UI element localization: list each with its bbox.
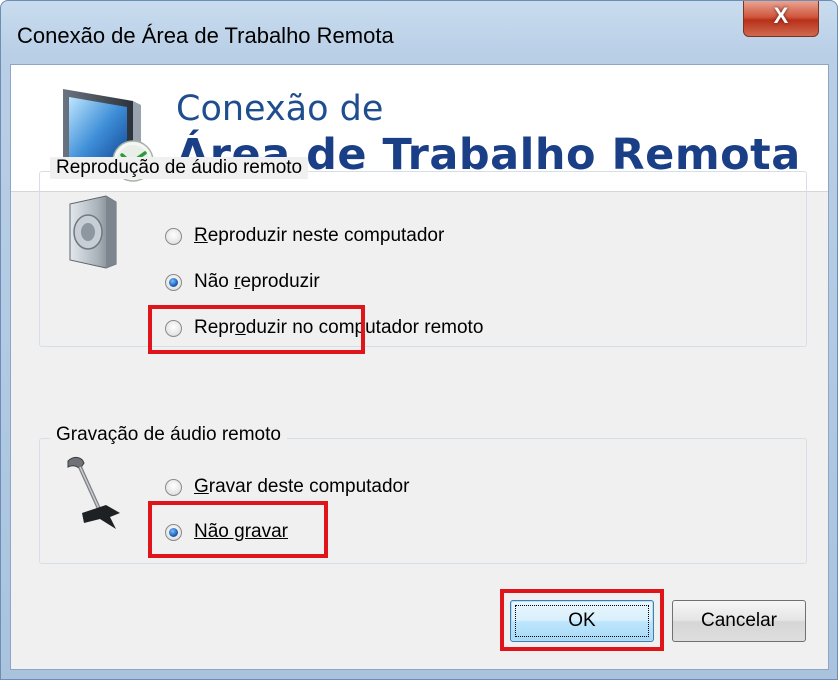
audio-playback-group: Reprodução de áudio remoto Reproduzir ne… xyxy=(39,157,807,347)
radio-label: Não gravar xyxy=(194,521,288,542)
banner-title-line1: Conexão de xyxy=(176,89,384,129)
ok-button-label: OK xyxy=(568,610,596,631)
radio-label: Gravar deste computador xyxy=(194,476,410,497)
cancel-button-label: Cancelar xyxy=(700,610,778,631)
radio-button[interactable] xyxy=(165,319,182,337)
radio-label: Reproduzir neste computador xyxy=(194,225,445,246)
radio-button[interactable] xyxy=(165,478,182,496)
window-title: Conexão de Área de Trabalho Remota xyxy=(17,23,394,48)
microphone-icon xyxy=(67,456,120,529)
speaker-icon xyxy=(69,195,117,269)
close-icon: X xyxy=(773,3,789,28)
radio-record-here[interactable]: Gravar deste computador xyxy=(165,472,409,502)
radio-label: Reproduzir no computador remoto xyxy=(194,317,484,338)
radio-do-not-play[interactable]: Não reproduzir xyxy=(165,267,320,297)
cancel-button[interactable]: Cancelar xyxy=(672,600,806,642)
radio-label: Não reproduzir xyxy=(194,271,320,292)
ok-button[interactable]: OK xyxy=(510,600,654,642)
audio-recording-legend: Gravação de áudio remoto xyxy=(50,424,287,446)
radio-button[interactable] xyxy=(165,227,182,245)
audio-playback-legend: Reprodução de áudio remoto xyxy=(50,157,309,179)
title-bar[interactable]: Conexão de Área de Trabalho Remota X xyxy=(1,1,837,63)
dialog-body: Conexão de Área de Trabalho Remota xyxy=(10,64,829,670)
radio-do-not-record[interactable]: Não gravar xyxy=(165,517,288,547)
close-button[interactable]: X xyxy=(743,1,819,37)
audio-recording-group: Gravação de áudio remoto Gravar deste co… xyxy=(39,424,807,564)
radio-button[interactable] xyxy=(165,523,182,541)
radio-button[interactable] xyxy=(165,273,182,291)
radio-play-remote[interactable]: Reproduzir no computador remoto xyxy=(165,313,483,343)
radio-play-here[interactable]: Reproduzir neste computador xyxy=(165,221,444,251)
